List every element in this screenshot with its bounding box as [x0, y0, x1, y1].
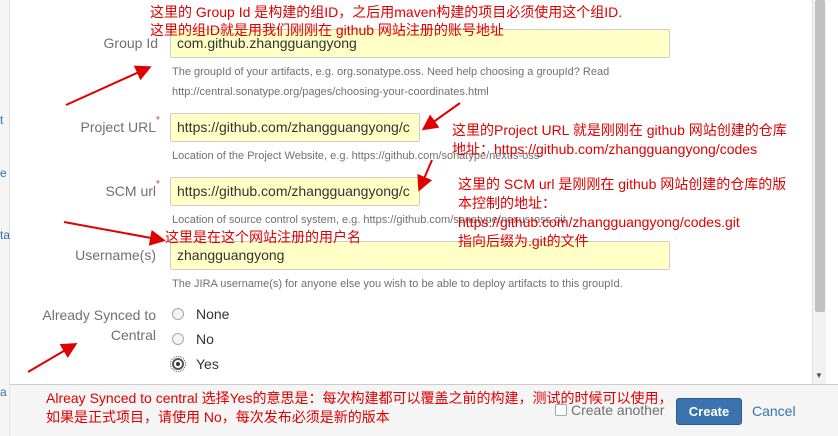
scm-url-label: SCM url: [105, 183, 156, 199]
annotation-username: 这里是在这个网站注册的用户名: [165, 229, 361, 245]
annotation-scm-url: 这里的 SCM url 是刚刚在 github 网站创建的仓库的版: [458, 176, 787, 192]
scm-url-input[interactable]: https://github.com/zhangguangyong/c: [170, 177, 420, 206]
annotation-synced: Alreay Synced to central 选择Yes的意思是：每次构建都…: [46, 390, 673, 406]
scroll-down-arrow-icon[interactable]: ▼: [815, 371, 823, 380]
radio-button[interactable]: [172, 333, 184, 345]
group-id-help-link[interactable]: http://central.sonatype.org/pages/choosi…: [172, 83, 489, 102]
radio-label: No: [196, 331, 214, 347]
username-label: Username(s): [75, 247, 156, 263]
annotation-group-id-2: 这里的组ID就是用我们刚刚在 github 网站注册的账号地址: [150, 22, 504, 38]
dialog-scrollbar[interactable]: ▼: [812, 0, 826, 384]
strip-text: ta: [0, 228, 11, 242]
background-page-strip: t e ta a: [0, 0, 10, 436]
radio-option-yes[interactable]: Yes: [170, 356, 219, 372]
radio-button-selected[interactable]: [170, 356, 186, 372]
cancel-link[interactable]: Cancel: [752, 403, 796, 419]
create-button[interactable]: Create: [676, 398, 742, 425]
radio-label: None: [196, 306, 230, 322]
project-url-input[interactable]: https://github.com/zhangguangyong/c: [170, 113, 420, 142]
annotation-scm-url-4: 指向后缀为.git的文件: [458, 233, 589, 249]
annotation-project-url: 这里的Project URL 就是刚刚在 github 网站创建的仓库: [452, 122, 787, 138]
already-synced-label: Already Synced to: [42, 307, 156, 323]
scrollbar-thumb[interactable]: [815, 0, 825, 312]
project-url-label: Project URL: [80, 119, 156, 135]
strip-text: t: [0, 113, 4, 127]
required-mark: *: [156, 179, 160, 190]
radio-option-none[interactable]: None: [172, 306, 229, 322]
required-mark: *: [156, 115, 160, 126]
already-synced-label-line2: Central: [110, 327, 156, 343]
annotation-group-id: 这里的 Group Id 是构建的组ID，之后用maven构建的项目必须使用这个…: [150, 4, 623, 20]
group-id-label: Group Id: [103, 35, 158, 51]
username-description: The JIRA username(s) for anyone else you…: [172, 278, 623, 290]
radio-option-no[interactable]: No: [172, 331, 214, 347]
radio-label: Yes: [196, 356, 219, 372]
annotation-synced-2: 如果是正式项目，请使用 No，每次发布必须是新的版本: [46, 409, 390, 425]
annotation-project-url-2: 地址：https://github.com/zhangguangyong/cod…: [452, 141, 758, 157]
annotation-scm-url-2: 本控制的地址：: [458, 195, 556, 211]
radio-button[interactable]: [172, 308, 184, 320]
strip-text: e: [0, 166, 7, 180]
group-id-description: The groupId of your artifacts, e.g. org.…: [172, 66, 610, 78]
annotation-scm-url-3: https://github.com/zhangguangyong/codes.…: [458, 214, 740, 230]
strip-text: a: [0, 385, 7, 399]
